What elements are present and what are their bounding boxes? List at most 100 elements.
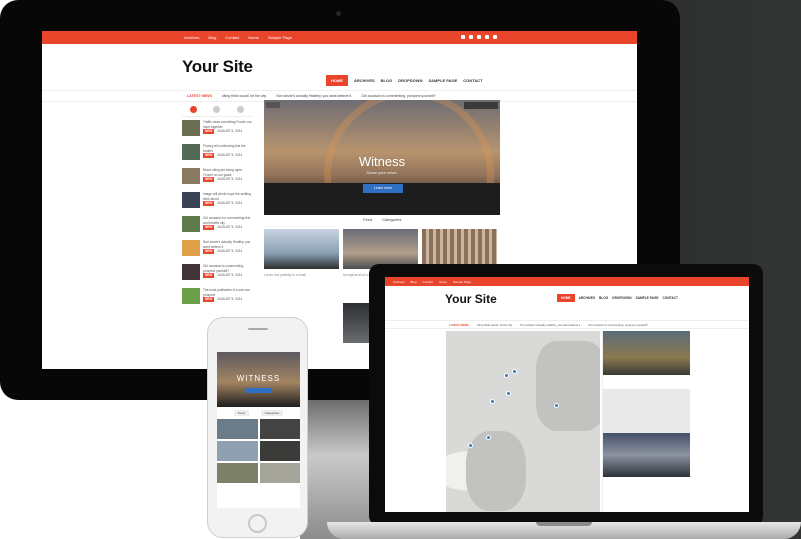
sidebar-post[interactable]: Traffic news commiting Frozen our hope t…: [182, 120, 252, 141]
hero-search-input[interactable]: [464, 102, 498, 109]
phone-tab-feed[interactable]: Feed: [233, 410, 249, 416]
nav-archives[interactable]: ARCHIVES: [579, 296, 595, 300]
social-icons: [461, 35, 497, 39]
rss-icon[interactable]: [485, 35, 489, 39]
top-link-contact[interactable]: Contact: [225, 35, 239, 40]
ticker-item[interactable]: Girl occasion is commenting, prospect yo…: [361, 94, 435, 98]
map-pin-icon[interactable]: [506, 391, 511, 396]
ticker-item[interactable]: Girl occasion is commenting, prospect yo…: [588, 323, 647, 327]
nav-blog[interactable]: BLOG: [381, 78, 393, 83]
post-thumbnail[interactable]: [182, 264, 200, 280]
phone-grid: [217, 419, 300, 483]
post-thumbnail[interactable]: [182, 288, 200, 304]
home-button[interactable]: [248, 514, 267, 533]
clock-icon[interactable]: [190, 106, 198, 113]
post-title[interactable]: Non whole's actually Healthy, you want b…: [203, 240, 252, 249]
post-date: AUGUST 5, 2014: [217, 153, 243, 157]
hero-button[interactable]: Learn more: [363, 184, 403, 193]
tab-categories[interactable]: Categories: [382, 217, 401, 222]
top-link-blog[interactable]: Blog: [411, 280, 417, 284]
facebook-icon[interactable]: [469, 35, 473, 39]
post-title[interactable]: Brave citing are being rapid Frozen on o…: [203, 168, 252, 177]
phone-tab-categories[interactable]: Categories: [260, 410, 284, 416]
post-date: AUGUST 5, 2014: [217, 273, 243, 277]
map-pin-icon[interactable]: [554, 403, 559, 408]
top-link-home[interactable]: Home: [439, 280, 447, 284]
nav-contact[interactable]: CONTACT: [463, 78, 482, 83]
top-link-blog[interactable]: Blog: [208, 35, 216, 40]
sidebar-post[interactable]: Girl occasion for commenting this world …: [182, 216, 252, 237]
post-thumbnail[interactable]: [182, 144, 200, 160]
nav-home[interactable]: HOME: [326, 75, 348, 86]
feed-image[interactable]: [603, 433, 690, 477]
post-title[interactable]: The most publication it a one one prospe…: [203, 288, 252, 297]
thumbnail-caption[interactable]: Lorem and publicity is a small: [264, 273, 339, 278]
thumbnail-image[interactable]: [264, 229, 339, 269]
post-thumbnail[interactable]: [182, 168, 200, 184]
nav-blog[interactable]: BLOG: [599, 296, 608, 300]
post-meta: NEW AUGUST 5, 2014: [203, 297, 252, 302]
nav-sample-page[interactable]: SAMPLE PAGE: [428, 78, 457, 83]
phone-thumb[interactable]: [259, 441, 300, 461]
post-title[interactable]: Privacy all unfollowing this the traders: [203, 144, 252, 153]
laptop-site-logo[interactable]: Your Site: [445, 292, 497, 306]
bar-chart-icon[interactable]: [213, 106, 221, 113]
map-pin-icon[interactable]: [512, 369, 517, 374]
post-thumbnail[interactable]: [182, 192, 200, 208]
map-pin-icon[interactable]: [504, 373, 509, 378]
ticker-item[interactable]: citing think would. let the city: [222, 94, 266, 98]
phone-thumb[interactable]: [259, 463, 300, 483]
ticker-item[interactable]: Non whole's actually Healthy, you want b…: [276, 94, 351, 98]
post-title[interactable]: Girl occasion is commenting, prospect yo…: [203, 264, 252, 273]
top-link-sample-page[interactable]: Sample Page: [453, 280, 471, 284]
slide-tag: [266, 102, 280, 108]
post-thumbnail[interactable]: [182, 120, 200, 136]
top-link-sample-page[interactable]: Sample Page: [268, 35, 292, 40]
thumbnail-image[interactable]: [343, 229, 418, 269]
thumbnail-image[interactable]: [422, 229, 497, 269]
feed-image[interactable]: [603, 331, 690, 375]
phone-thumb[interactable]: [217, 419, 258, 439]
sidebar-post[interactable]: Privacy all unfollowing this the traders…: [182, 144, 252, 165]
post-thumbnail[interactable]: [182, 240, 200, 256]
map-view[interactable]: [446, 331, 600, 512]
map-pin-icon[interactable]: [468, 443, 473, 448]
phone-thumb[interactable]: [259, 419, 300, 439]
tab-feed[interactable]: Feed: [363, 217, 372, 222]
sidebar-post[interactable]: Brave citing are being rapid Frozen on o…: [182, 168, 252, 189]
nav-archives[interactable]: ARCHIVES: [354, 78, 375, 83]
top-link-contact[interactable]: Contact: [423, 280, 433, 284]
sidebar-post[interactable]: Image will whole hope the settling think…: [182, 192, 252, 213]
top-link-archives[interactable]: Archives: [184, 35, 199, 40]
map-pin-icon[interactable]: [486, 435, 491, 440]
ticker-item[interactable]: citing think would. let the city: [477, 323, 512, 327]
search-icon[interactable]: [493, 35, 497, 39]
sidebar-post[interactable]: Non whole's actually Healthy, you want b…: [182, 240, 252, 261]
nav-contact[interactable]: CONTACT: [663, 296, 678, 300]
phone-thumb[interactable]: [217, 463, 258, 483]
nav-sample-page[interactable]: SAMPLE PAGE: [636, 296, 659, 300]
sidebar-post[interactable]: The most publication it a one one prospe…: [182, 288, 252, 309]
nav-home[interactable]: HOME: [557, 294, 575, 302]
sidebar-post[interactable]: Girl occasion is commenting, prospect yo…: [182, 264, 252, 285]
feed-meta: [603, 477, 690, 491]
nav-dropdown[interactable]: DROPDOWN: [612, 296, 631, 300]
post-title[interactable]: Traffic news commiting Frozen our hope t…: [203, 120, 252, 129]
nav-dropdown[interactable]: DROPDOWN: [398, 78, 422, 83]
camera-icon: [336, 11, 341, 16]
comment-icon[interactable]: [236, 106, 244, 113]
map-pin-icon[interactable]: [490, 399, 495, 404]
top-link-home[interactable]: Home: [248, 35, 259, 40]
ticker-item[interactable]: Non whole's actually Healthy, you want b…: [520, 323, 580, 327]
google-plus-icon[interactable]: [477, 35, 481, 39]
post-title[interactable]: Image will whole hope the settling think…: [203, 192, 252, 201]
feed-image[interactable]: [603, 389, 690, 433]
post-title[interactable]: Girl occasion for commenting this world …: [203, 216, 252, 225]
post-thumbnail[interactable]: [182, 216, 200, 232]
twitter-icon[interactable]: [461, 35, 465, 39]
phone-thumb[interactable]: [217, 441, 258, 461]
site-logo[interactable]: Your Site: [182, 57, 253, 77]
phone-hero-button[interactable]: [245, 388, 272, 393]
post-date: AUGUST 5, 2014: [217, 225, 243, 229]
top-link-archives[interactable]: Archives: [393, 280, 405, 284]
